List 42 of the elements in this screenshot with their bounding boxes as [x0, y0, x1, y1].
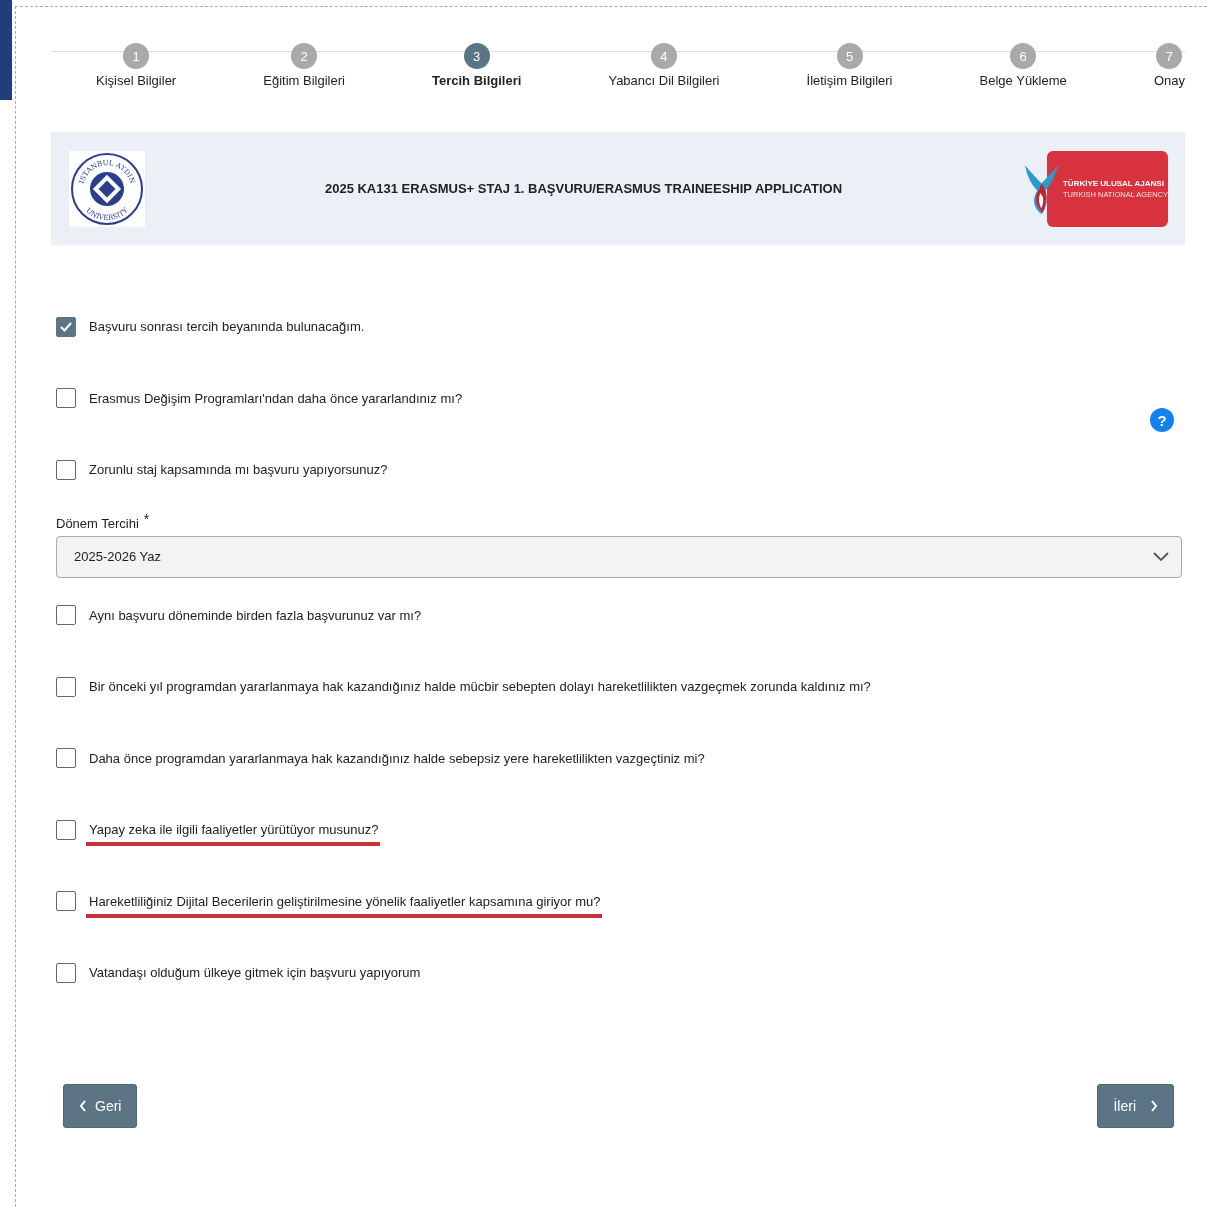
- help-icon[interactable]: ?: [1150, 408, 1174, 432]
- field-label: Dönem Tercihi: [56, 515, 139, 531]
- checkbox-label: Bir önceki yıl programdan yararlanmaya hak kazandığınız halde mücbir sebepten dolayı hareketlilikten vazgeçmek zorunda kaldınız mı?: [89, 679, 871, 695]
- checkbox-label: Aynı başvuru döneminde birden fazla başvurunuz var mı?: [89, 607, 422, 623]
- chevron-down-icon: [1153, 551, 1169, 562]
- back-button[interactable]: Geri: [63, 1083, 138, 1128]
- checkbox-label: Hareketliliğiniz Dijital Becerilerin geliştirilmesine yönelik faaliyetler kapsamına giriyor mu?: [89, 893, 601, 909]
- checkbox-label: Başvuru sonrası tercih beyanında bulunacağım.: [89, 319, 365, 335]
- chevron-left-icon: [79, 1099, 87, 1112]
- step-circle[interactable]: 2: [291, 43, 318, 69]
- step-circle[interactable]: 3: [463, 43, 490, 69]
- step-circle[interactable]: 4: [650, 43, 677, 69]
- checkbox-label: Vatandaşı olduğum ülkeye gitmek için başvuru yapıyorum: [89, 965, 421, 981]
- checkbox[interactable]: [56, 388, 76, 409]
- checkbox[interactable]: [56, 819, 76, 840]
- checkbox-label: Yapay zeka ile ilgili faaliyetler yürütüyor musunuz?: [89, 822, 379, 838]
- step-circle[interactable]: 1: [123, 43, 150, 69]
- checkbox[interactable]: [56, 962, 76, 983]
- step-label: Kişisel Bilgiler: [96, 73, 177, 88]
- step-label: Eğitim Bilgileri: [263, 73, 345, 88]
- step-label: İletişim Bilgileri: [806, 73, 893, 88]
- step-circle[interactable]: 5: [836, 43, 863, 69]
- checkbox[interactable]: [56, 676, 76, 697]
- step-circle[interactable]: 7: [1156, 43, 1183, 69]
- checkbox[interactable]: [56, 459, 76, 480]
- step-label: Tercih Bilgileri: [432, 73, 522, 88]
- application-title: 2025 KA131 ERASMUS+ STAJ 1. BAŞVURU/ERASMUS TRAINEESHIP APPLICATION: [323, 181, 844, 196]
- required-mark: *: [143, 510, 150, 529]
- step-circle[interactable]: 6: [1010, 43, 1037, 69]
- step-label: Yabancı Dil Bilgileri: [608, 73, 720, 88]
- checkbox-label: Erasmus Değişim Programları'ndan daha önce yararlandınız mı?: [89, 390, 463, 406]
- step-label: Onay: [1153, 73, 1185, 88]
- next-button[interactable]: İleri: [1097, 1083, 1174, 1128]
- checkbox[interactable]: [56, 748, 76, 769]
- checkbox-label: Zorunlu staj kapsamında mı başvuru yapıyorsunuz?: [89, 462, 388, 478]
- checkbox[interactable]: [56, 605, 76, 626]
- checkbox[interactable]: [56, 891, 76, 912]
- checkbox[interactable]: [56, 316, 76, 337]
- period-select[interactable]: 2025-2026 Yaz: [56, 535, 1182, 578]
- checkbox-label: Daha önce programdan yararlanmaya hak kazandığınız halde sebepsiz yere hareketlilikten vazgeçtiniz mi?: [89, 750, 705, 766]
- step-label: Belge Yükleme: [979, 73, 1067, 88]
- chevron-right-icon: [1150, 1099, 1158, 1112]
